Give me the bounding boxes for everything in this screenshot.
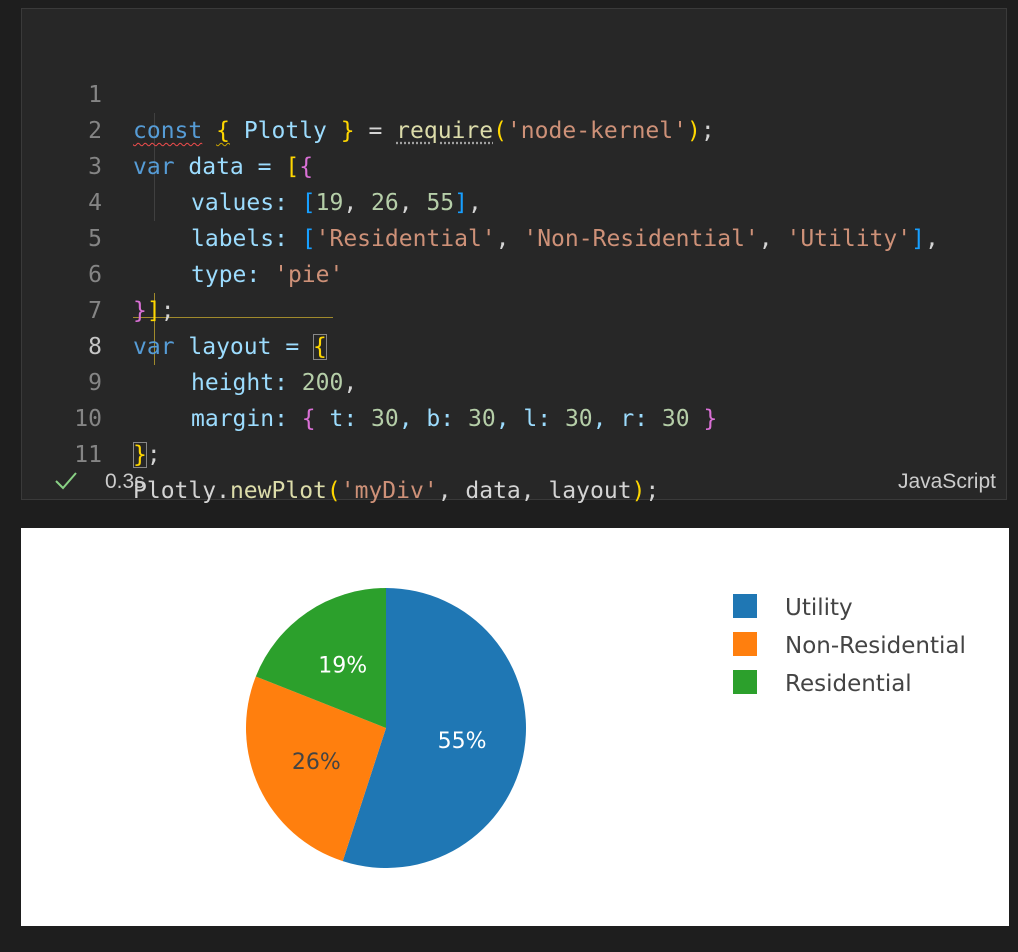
code-line[interactable]: 11 Plotly.newPlot('myDiv', data, layout)… [22, 401, 1006, 504]
pie-chart: 55% 26% 19% Utility Non-Residential Residenti… [246, 588, 966, 868]
code-line[interactable]: 10 }; [22, 365, 1006, 468]
code-line[interactable]: 5 type: 'pie' [22, 185, 1006, 288]
legend-label[interactable]: Residential [785, 671, 912, 697]
pie-slice-percent-label: 19% [318, 653, 367, 678]
check-icon [55, 472, 77, 490]
cell-output: 55% 26% 19% Utility Non-Residential Residenti… [21, 528, 1009, 926]
code-cell[interactable]: 1 const { Plotly } = require('node-kerne… [21, 8, 1007, 504]
code-line[interactable]: 1 const { Plotly } = require('node-kerne… [22, 41, 1006, 144]
legend-label[interactable]: Utility [785, 595, 853, 621]
code-line[interactable]: 7 var layout = { [22, 257, 1006, 360]
code-text: }; [133, 442, 161, 468]
legend-label[interactable]: Non-Residential [785, 633, 966, 659]
pie-slice-percent-label: 26% [292, 750, 341, 775]
cell-language-button[interactable]: JavaScript [898, 469, 996, 495]
execution-time: 0.3s [105, 470, 145, 493]
code-line[interactable]: 9 margin: { t: 30, b: 30, l: 30, r: 30 } [22, 329, 1006, 432]
code-text: Plotly.newPlot('myDiv', data, layout); [133, 478, 660, 504]
legend-swatch[interactable] [733, 594, 757, 618]
code-line[interactable]: 3 values: [19, 26, 55], [22, 113, 1006, 216]
pie-slice-percent-label: 55% [438, 729, 487, 754]
legend-swatch[interactable] [733, 670, 757, 694]
code-line[interactable]: 8 height: 200, [22, 293, 1006, 396]
legend-swatch[interactable] [733, 632, 757, 656]
code-line[interactable]: 2 var data = [{ [22, 77, 1006, 180]
code-line[interactable]: 6 }]; [22, 221, 1006, 324]
code-line[interactable]: 4 labels: ['Residential', 'Non-Residenti… [22, 149, 1006, 252]
